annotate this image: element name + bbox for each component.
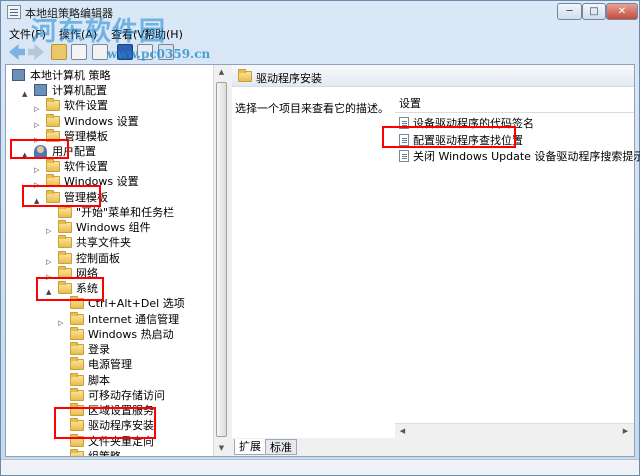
policy-editor-icon bbox=[7, 5, 21, 19]
minimize-button[interactable]: ─ bbox=[557, 3, 582, 20]
folder-icon bbox=[70, 357, 84, 370]
tree-item-label: Windows 组件 bbox=[76, 221, 151, 234]
tree-item-label: Internet 通信管理 bbox=[88, 313, 180, 326]
expand-arrow-icon[interactable]: ▷ bbox=[46, 224, 54, 239]
folder-icon bbox=[70, 388, 84, 401]
tree-item-label: "开始"菜单和任务栏 bbox=[76, 206, 175, 219]
tree-item-label: 管理模板 bbox=[64, 130, 108, 143]
folder-icon bbox=[70, 449, 84, 456]
tree-item-label: 控制面板 bbox=[76, 252, 120, 265]
editor-area: 本地计算机 策略 ▲ 计算机配置 ▷ 软件设置 ▷ Windows 设置 ▷ 管理模板 ▲ 用户配置… bbox=[5, 64, 640, 457]
folder-icon bbox=[70, 373, 84, 386]
watermark-logo: 河东软件园 bbox=[31, 17, 167, 47]
expand-arrow-icon[interactable]: ▷ bbox=[58, 316, 66, 331]
tree-item-label: 共享文件夹 bbox=[76, 236, 131, 249]
folder-icon bbox=[58, 251, 72, 264]
tree-item-label: 脚本 bbox=[88, 374, 110, 387]
details-header: 驱动程序安装 bbox=[232, 65, 634, 87]
highlight-box-system bbox=[36, 277, 104, 301]
tab-standard[interactable]: 标准 bbox=[265, 439, 297, 455]
folder-icon bbox=[46, 114, 60, 127]
tree-item-label: 可移动存储访问 bbox=[88, 389, 165, 402]
scroll-left-arrow-icon[interactable]: ◀ bbox=[396, 424, 409, 439]
view-tabs: 扩展 标准 bbox=[232, 438, 634, 456]
close-button[interactable]: ✕ bbox=[606, 3, 638, 20]
folder-icon bbox=[58, 220, 72, 233]
expand-arrow-icon[interactable]: ▷ bbox=[34, 163, 42, 178]
expand-arrow-icon[interactable]: ▷ bbox=[46, 255, 54, 270]
folder-icon bbox=[70, 312, 84, 325]
scroll-right-arrow-icon[interactable]: ▶ bbox=[619, 424, 632, 439]
highlight-box-admin-templates bbox=[22, 185, 101, 207]
folder-icon bbox=[46, 98, 60, 111]
folder-icon bbox=[58, 205, 72, 218]
highlight-box-user-config bbox=[10, 139, 69, 159]
folder-icon bbox=[58, 235, 72, 248]
folder-icon bbox=[46, 159, 60, 172]
details-pane: 驱动程序安装 选择一个项目来查看它的描述。 设置 设备驱动程序的代码签名 配置驱… bbox=[232, 65, 640, 456]
tab-extended[interactable]: 扩展 bbox=[234, 439, 266, 455]
policy-label: 关闭 Windows Update 设备驱动程序搜索提示 bbox=[413, 150, 640, 163]
tree-item-label: 本地计算机 策略 bbox=[30, 69, 111, 82]
tree-item-label: Windows 设置 bbox=[64, 115, 139, 128]
highlight-box-driver-install bbox=[54, 407, 156, 439]
details-header-label: 驱动程序安装 bbox=[256, 72, 322, 85]
computer-icon bbox=[12, 69, 25, 81]
tree-item-label: 组策略 bbox=[88, 449, 121, 456]
policy-setting-icon bbox=[399, 150, 409, 162]
folder-icon bbox=[238, 69, 252, 82]
tree-item-label: Windows 热启动 bbox=[88, 328, 174, 341]
tree-item-label: 软件设置 bbox=[64, 99, 108, 112]
window: 本地组策略编辑器 ─ □ ✕ 文件(F) 操作(A) 查看(V) 帮助(H) 河… bbox=[0, 0, 640, 476]
watermark-url: www.pc0359.cn bbox=[107, 47, 211, 61]
tree-item-label: 软件设置 bbox=[64, 160, 108, 173]
status-bar bbox=[1, 459, 639, 475]
folder-icon bbox=[70, 327, 84, 340]
tree-scrollbar[interactable]: ▲ ▼ bbox=[213, 65, 228, 456]
tree-item-label: 电源管理 bbox=[88, 358, 132, 371]
scroll-thumb[interactable] bbox=[216, 82, 227, 437]
column-header-setting[interactable]: 设置 bbox=[395, 95, 634, 113]
back-icon[interactable] bbox=[9, 44, 25, 60]
highlight-box-driver-search-location bbox=[382, 126, 516, 148]
expand-arrow-icon[interactable]: ▷ bbox=[34, 102, 42, 117]
computer-icon bbox=[34, 84, 47, 96]
tree-item-label: 计算机配置 bbox=[52, 84, 107, 97]
scroll-up-arrow-icon[interactable]: ▲ bbox=[215, 65, 228, 80]
tree-item-label: 登录 bbox=[88, 343, 110, 356]
maximize-button[interactable]: □ bbox=[582, 3, 606, 20]
expand-arrow-icon[interactable]: ▷ bbox=[34, 118, 42, 133]
description-text: 选择一个项目来查看它的描述。 bbox=[235, 102, 389, 115]
folder-icon bbox=[70, 342, 84, 355]
details-horizontal-scrollbar[interactable]: ◀ ▶ bbox=[395, 423, 634, 438]
scroll-down-arrow-icon[interactable]: ▼ bbox=[215, 441, 228, 456]
collapse-arrow-icon[interactable]: ▲ bbox=[22, 87, 30, 102]
policy-tree: 本地计算机 策略 ▲ 计算机配置 ▷ 软件设置 ▷ Windows 设置 ▷ 管理模板 ▲ 用户配置… bbox=[6, 65, 228, 456]
